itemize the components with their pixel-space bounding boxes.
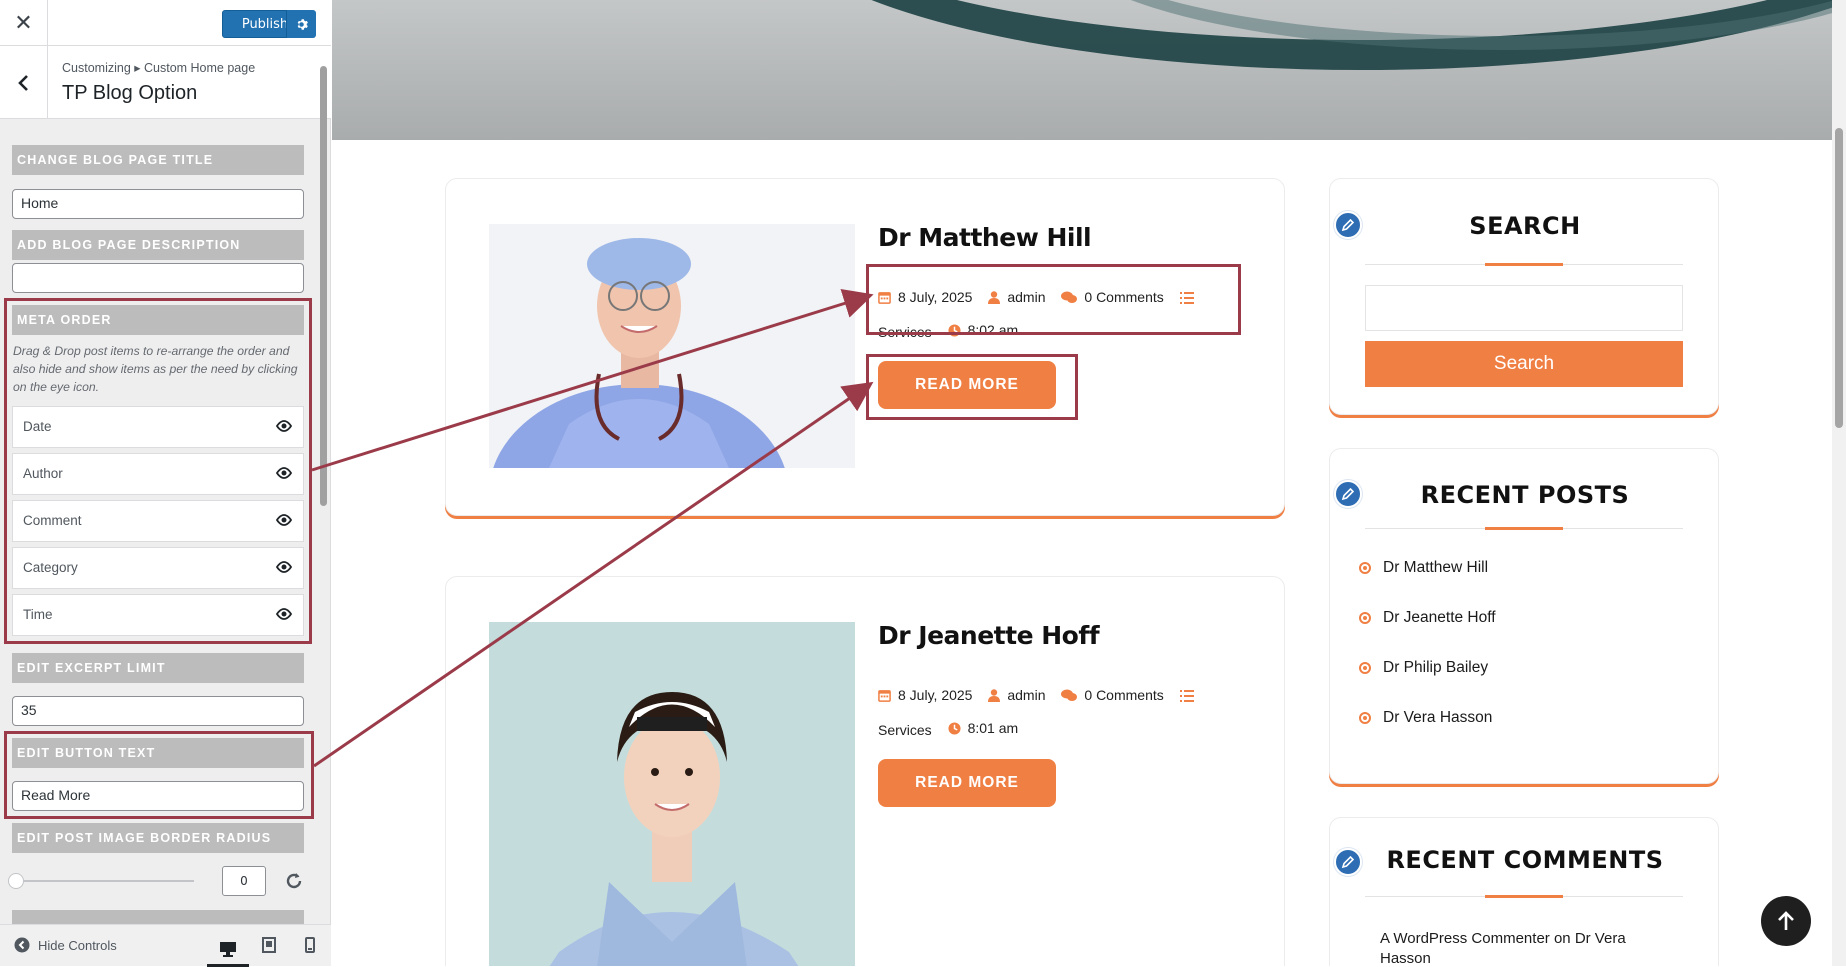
site-preview: Dr Matthew Hill 8 July, 2025 admin 0 Com… — [332, 0, 1846, 966]
recent-posts-title: RECENT POSTS — [1420, 481, 1630, 509]
preview-desktop-button[interactable] — [207, 933, 249, 967]
back-button[interactable] — [0, 46, 48, 119]
recent-post-title: Dr Vera Hasson — [1383, 709, 1493, 726]
gear-icon — [297, 18, 308, 30]
recent-post-link[interactable]: Dr Matthew Hill — [1359, 559, 1488, 577]
recent-post-title: Dr Philip Bailey — [1383, 659, 1489, 676]
clock-icon — [948, 722, 961, 735]
tablet-icon — [262, 937, 276, 953]
post-category[interactable]: Services — [878, 715, 932, 746]
post-author-text: admin — [1007, 687, 1046, 703]
highlight-meta-order — [4, 298, 312, 644]
blog-description-label: ADD BLOG PAGE DESCRIPTION — [12, 230, 304, 260]
calendar-icon — [878, 690, 891, 702]
radius-value-input[interactable]: 0 — [222, 866, 266, 896]
customizer-header: ✕ Publish — [0, 0, 331, 46]
close-icon: ✕ — [14, 10, 33, 36]
customizer-footer: Hide Controls — [0, 924, 331, 967]
search-widget-title: SEARCH — [1469, 212, 1581, 240]
reset-icon[interactable] — [283, 870, 305, 892]
comments-icon — [1061, 689, 1078, 701]
post-date[interactable]: 8 July, 2025 — [878, 680, 972, 711]
highlight-read-more — [866, 354, 1078, 420]
recent-posts-widget: RECENT POSTS Dr Matthew Hill Dr Jeanette… — [1329, 448, 1719, 784]
recent-post-link[interactable]: Dr Jeanette Hoff — [1359, 609, 1496, 627]
post-date-text: 8 July, 2025 — [898, 687, 973, 703]
post-comments-text: 0 Comments — [1084, 687, 1164, 703]
mobile-icon — [305, 937, 315, 953]
list-icon — [1179, 690, 1194, 702]
post-card: Dr Matthew Hill 8 July, 2025 admin 0 Com… — [445, 178, 1285, 516]
recent-post-link[interactable]: Dr Philip Bailey — [1359, 659, 1488, 677]
recent-post-title: Dr Jeanette Hoff — [1383, 609, 1496, 626]
post-card: Dr Jeanette Hoff 8 July, 2025 admin 0 Co… — [445, 576, 1285, 966]
preview-tablet-button[interactable] — [257, 933, 281, 957]
highlight-post-meta — [866, 264, 1241, 335]
arrow-up-icon — [1778, 911, 1794, 930]
radius-slider-handle[interactable] — [8, 873, 24, 889]
desktop-icon — [220, 941, 236, 957]
recent-comments-title: RECENT COMMENTS — [1386, 846, 1664, 874]
hide-controls-label: Hide Controls — [38, 937, 117, 953]
post-comments[interactable]: 0 Comments — [1061, 680, 1164, 711]
section-header: Customizing ▸ Custom Home page TP Blog O… — [0, 46, 331, 119]
preview-scrollbar[interactable] — [1832, 0, 1846, 966]
post-meta: 8 July, 2025 admin 0 Comments Services 8… — [878, 680, 1258, 746]
post-time: 8:01 am — [948, 713, 1019, 744]
comment-on-text: on — [1553, 930, 1571, 947]
collapse-icon — [14, 937, 30, 953]
post-title[interactable]: Dr Matthew Hill — [878, 223, 1092, 252]
hero-banner-image — [332, 0, 1832, 140]
preview-mobile-button[interactable] — [298, 933, 322, 957]
recent-post-link[interactable]: Dr Vera Hasson — [1359, 709, 1492, 727]
publish-settings-button[interactable] — [286, 10, 316, 38]
recent-comments-widget: RECENT COMMENTS A WordPress Commenter on… — [1329, 817, 1719, 966]
search-button[interactable]: Search — [1365, 341, 1683, 387]
blog-description-input[interactable] — [12, 263, 304, 293]
close-button[interactable]: ✕ — [0, 0, 48, 46]
blog-title-label: CHANGE BLOG PAGE TITLE — [12, 145, 304, 175]
panel-scrollbar[interactable] — [319, 62, 327, 922]
excerpt-limit-label: EDIT EXCERPT LIMIT — [12, 653, 304, 683]
user-icon — [988, 689, 1001, 702]
hide-controls-button[interactable]: Hide Controls — [14, 937, 117, 953]
search-widget: SEARCH Search — [1329, 178, 1719, 415]
search-input[interactable] — [1365, 285, 1683, 331]
blog-title-input[interactable]: Home — [12, 189, 304, 219]
post-author[interactable]: admin — [988, 680, 1046, 711]
image-radius-label: EDIT POST IMAGE BORDER RADIUS — [12, 823, 304, 853]
chevron-left-icon — [17, 74, 28, 91]
radius-slider-track[interactable] — [14, 880, 194, 882]
highlight-button-text — [4, 731, 314, 819]
excerpt-limit-input[interactable]: 35 — [12, 696, 304, 726]
post-image[interactable] — [489, 224, 855, 468]
post-time-text: 8:01 am — [967, 720, 1019, 736]
post-title[interactable]: Dr Jeanette Hoff — [878, 621, 1100, 650]
breadcrumb: Customizing ▸ Custom Home page — [62, 61, 256, 75]
customizer-panel: ✕ Publish Customizing ▸ Custom Home page… — [0, 0, 331, 967]
recent-post-title: Dr Matthew Hill — [1383, 559, 1489, 576]
comment-author-link[interactable]: A WordPress Commenter — [1380, 930, 1550, 947]
post-category-icon-wrap — [1179, 690, 1201, 702]
back-to-top-button[interactable] — [1761, 896, 1811, 946]
read-more-button[interactable]: READ MORE — [878, 759, 1056, 807]
post-image[interactable] — [489, 622, 855, 966]
recent-comment: A WordPress Commenter on Dr Vera Hasson — [1380, 929, 1670, 966]
section-title: TP Blog Option — [62, 82, 198, 104]
